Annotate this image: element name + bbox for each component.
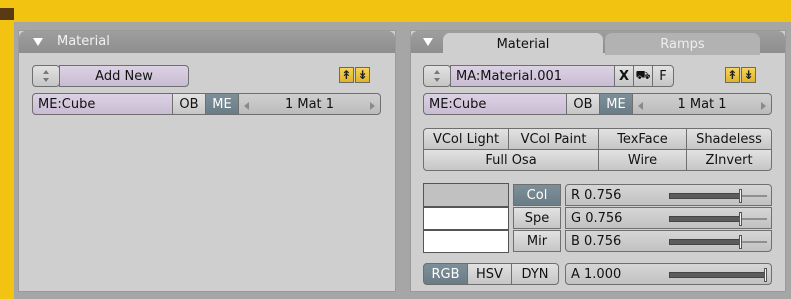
buttons-window: Material Add New ↟ ↡ ME:Cube OB ME 1 Mat… (14, 22, 791, 299)
zinvert-toggle[interactable]: ZInvert (686, 149, 772, 171)
material-index-field[interactable]: 1 Mat 1 (632, 93, 772, 115)
fake-user-button[interactable]: F (652, 65, 674, 87)
g-slider-fill (669, 216, 741, 222)
tab-material[interactable]: Material (443, 33, 603, 55)
material-panel-left: Material Add New ↟ ↡ ME:Cube OB ME 1 Mat… (18, 30, 396, 292)
spe-swatch[interactable] (423, 207, 509, 230)
g-slider-handle[interactable] (739, 212, 742, 226)
wire-toggle[interactable]: Wire (598, 149, 687, 171)
window-corner (0, 8, 14, 20)
full-osa-toggle[interactable]: Full Osa (423, 149, 599, 171)
panel-header[interactable]: Material (19, 31, 395, 53)
decrement-arrow-icon[interactable] (638, 102, 643, 110)
panel-header-tabs: Material Ramps (411, 31, 785, 55)
g-slider[interactable]: G 0.756 (565, 207, 772, 229)
mir-swatch[interactable] (423, 230, 509, 253)
tab-ramps[interactable]: Ramps (605, 33, 760, 55)
shadeless-toggle[interactable]: Shadeless (686, 128, 772, 150)
alpha-slider-fill (669, 272, 765, 278)
collapse-triangle-icon[interactable] (33, 38, 43, 46)
pin-up-icon[interactable]: ↟ (339, 67, 354, 83)
col-swatch[interactable] (423, 183, 509, 207)
col-button[interactable]: Col (513, 184, 561, 206)
material-browse-button[interactable] (32, 65, 60, 87)
material-browse-button[interactable] (423, 65, 451, 87)
updown-arrows-icon (41, 69, 52, 83)
b-slider-handle[interactable] (739, 235, 742, 249)
pin-up-icon[interactable]: ↟ (725, 67, 740, 83)
b-slider[interactable]: B 0.756 (565, 230, 772, 252)
add-new-material-button[interactable]: Add New (59, 65, 189, 87)
link-ob-button[interactable]: OB (566, 93, 600, 115)
material-index-field[interactable]: 1 Mat 1 (238, 93, 381, 115)
texface-toggle[interactable]: TexFace (598, 128, 687, 150)
mesh-link-field[interactable]: ME:Cube (423, 93, 567, 115)
pin-down-icon[interactable]: ↡ (741, 67, 756, 83)
vcol-paint-toggle[interactable]: VCol Paint (508, 128, 599, 150)
b-slider-fill (669, 239, 741, 245)
alpha-slider-handle[interactable] (764, 268, 767, 282)
pin-down-icon[interactable]: ↡ (355, 67, 370, 83)
hsv-mode-button[interactable]: HSV (467, 263, 512, 285)
add-new-label: Add New (95, 68, 153, 84)
vcol-light-toggle[interactable]: VCol Light (423, 128, 509, 150)
r-slider-fill (669, 193, 741, 199)
window-left-border (0, 20, 14, 299)
spe-button[interactable]: Spe (513, 207, 561, 229)
decrement-arrow-icon[interactable] (244, 102, 249, 110)
material-panel-right: Material Ramps MA:Material.001 X ⛟ F ↟ ↡… (410, 30, 786, 292)
panel-title: Material (57, 34, 110, 49)
unlink-material-button[interactable]: X (614, 65, 634, 87)
rgb-mode-button[interactable]: RGB (423, 263, 468, 285)
link-me-button[interactable]: ME (205, 93, 239, 115)
auto-name-car-icon[interactable]: ⛟ (633, 65, 653, 87)
r-slider[interactable]: R 0.756 (565, 184, 772, 206)
mir-button[interactable]: Mir (513, 230, 561, 252)
mesh-link-field[interactable]: ME:Cube (32, 93, 173, 115)
link-ob-button[interactable]: OB (172, 93, 206, 115)
updown-arrows-icon (432, 69, 443, 83)
dyn-mode-button[interactable]: DYN (511, 263, 559, 285)
increment-arrow-icon[interactable] (761, 102, 766, 110)
r-slider-handle[interactable] (739, 189, 742, 203)
collapse-triangle-icon[interactable] (423, 38, 433, 46)
material-name-field[interactable]: MA:Material.001 (450, 65, 615, 87)
alpha-slider[interactable]: A 1.000 (565, 263, 772, 285)
increment-arrow-icon[interactable] (370, 102, 375, 110)
link-me-button[interactable]: ME (599, 93, 633, 115)
window-top-border (0, 0, 791, 22)
